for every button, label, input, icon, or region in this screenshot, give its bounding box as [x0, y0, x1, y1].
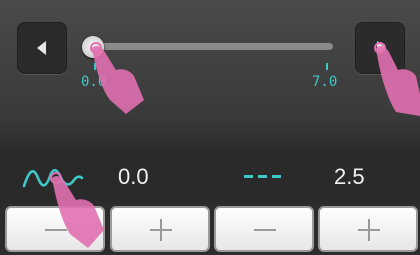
- previous-button[interactable]: [17, 22, 67, 74]
- slider-area: 0.0 7.0: [0, 0, 420, 145]
- control-panel: 0.0 7.0 0.0 2.5: [0, 0, 420, 255]
- slider-max-tick: [326, 63, 328, 70]
- dashed-line-icon: [244, 175, 281, 178]
- touch-hand-icon: [50, 172, 104, 248]
- left-triangle-icon: [37, 41, 46, 55]
- slider-max-label: 7.0: [312, 74, 338, 90]
- increase-left-button[interactable]: [110, 206, 210, 252]
- value-right: 2.5: [334, 164, 365, 189]
- decrease-right-button[interactable]: [214, 206, 314, 252]
- touch-hand-icon: [90, 42, 144, 114]
- touch-hand-icon: [374, 42, 420, 116]
- value-left: 0.0: [118, 164, 149, 189]
- minus-icon: [254, 229, 276, 231]
- increase-right-button[interactable]: [318, 206, 418, 252]
